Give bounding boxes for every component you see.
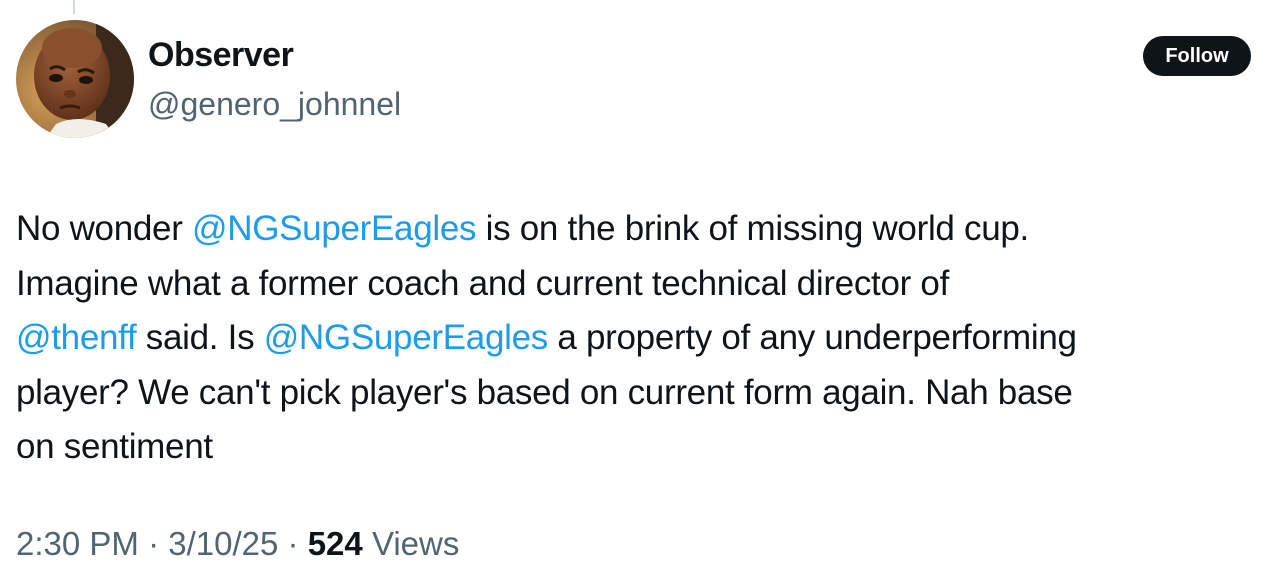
tweet-text-segment: No wonder bbox=[16, 209, 192, 248]
tweet-text-segment: on sentiment bbox=[16, 427, 213, 466]
tweet-line: on sentiment bbox=[16, 420, 1266, 475]
tweet-date[interactable]: 3/10/25 bbox=[168, 525, 278, 562]
tweet-line: No wonder @NGSuperEagles is on the brink… bbox=[16, 202, 1266, 257]
meta-separator: · bbox=[148, 525, 160, 562]
tweet-text-segment: player? We can't pick player's based on … bbox=[16, 372, 1073, 412]
mention-link[interactable]: @NGSuperEagles bbox=[264, 318, 549, 357]
profile-photo-icon bbox=[16, 20, 134, 138]
tweet-text-segment: is on the brink of missing world cup. bbox=[476, 209, 1030, 248]
tweet-text: No wonder @NGSuperEagles is on the brink… bbox=[16, 202, 1266, 475]
views-count[interactable]: 524 bbox=[308, 525, 363, 562]
tweet-line: @thenff said. Is @NGSuperEagles a proper… bbox=[16, 311, 1266, 366]
avatar[interactable] bbox=[16, 20, 134, 138]
mention-link[interactable]: @NGSuperEagles bbox=[192, 209, 477, 248]
tweet-line: Imagine what a former coach and current … bbox=[16, 257, 1266, 312]
views-label: Views bbox=[371, 525, 460, 562]
tweet-text-segment: Imagine what a former coach and current … bbox=[16, 263, 950, 303]
follow-button[interactable]: Follow bbox=[1143, 36, 1251, 76]
tweet-text-segment: said. Is bbox=[136, 318, 264, 357]
tweet-metadata: 2:30 PM · 3/10/25 · 524 Views bbox=[16, 525, 459, 563]
author-handle[interactable]: @genero_johnnel bbox=[148, 86, 401, 123]
tweet-time[interactable]: 2:30 PM bbox=[16, 525, 139, 562]
mention-link[interactable]: @thenff bbox=[16, 318, 137, 357]
meta-separator: · bbox=[287, 525, 299, 562]
thread-connector-line bbox=[73, 0, 75, 14]
tweet-text-segment: a property of any underperforming bbox=[547, 318, 1077, 357]
author-display-name[interactable]: Observer bbox=[148, 36, 294, 75]
tweet-line: player? We can't pick player's based on … bbox=[16, 366, 1266, 421]
